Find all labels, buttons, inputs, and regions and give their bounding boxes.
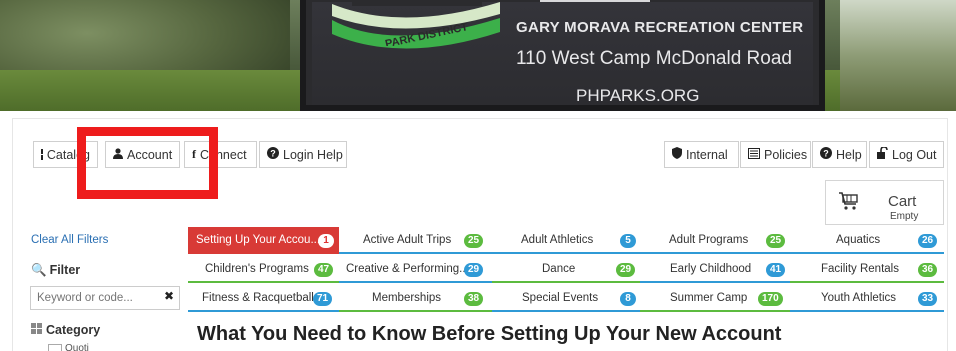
category-checkbox[interactable] xyxy=(48,344,62,351)
tab-count-badge: 41 xyxy=(766,263,786,277)
tab-memberships[interactable]: Memberships 38 xyxy=(339,285,492,312)
category-item-label: Quoti xyxy=(65,343,89,351)
tab-count-badge: 170 xyxy=(758,292,783,306)
svg-text:?: ? xyxy=(823,149,829,159)
facebook-icon: f xyxy=(192,147,196,161)
tab-childrens-programs[interactable]: Children's Programs 47 xyxy=(188,256,339,283)
banner-sign: PARK DISTRICT GARY MORAVA RECREATION CEN… xyxy=(300,0,825,111)
internal-button[interactable]: Internal xyxy=(664,141,739,168)
clear-all-filters-link[interactable]: Clear All Filters xyxy=(31,234,108,246)
account-button[interactable]: Account xyxy=(105,141,180,168)
shield-icon xyxy=(672,147,682,162)
tab-special-events[interactable]: Special Events 8 xyxy=(492,285,640,312)
question-circle-icon: ? xyxy=(267,147,279,162)
grid-icon xyxy=(41,149,43,160)
tab-early-childhood[interactable]: Early Childhood 41 xyxy=(640,256,790,283)
sign-line-3: PHPARKS.ORG xyxy=(576,86,700,105)
tab-fitness-racquetball[interactable]: Fitness & Racquetball 71 xyxy=(188,285,339,312)
log-out-button[interactable]: Log Out xyxy=(869,141,944,168)
tab-aquatics[interactable]: Aquatics 26 xyxy=(790,227,944,254)
tab-count-badge: 26 xyxy=(918,234,938,248)
tab-creative-performing[interactable]: Creative & Performing... 29 xyxy=(339,256,492,283)
catalog-button[interactable]: Catalog xyxy=(33,141,98,168)
tab-count-badge: 5 xyxy=(620,234,636,248)
tab-count-badge: 47 xyxy=(314,263,334,277)
banner-image: PARK DISTRICT GARY MORAVA RECREATION CEN… xyxy=(0,0,956,111)
unlock-icon xyxy=(877,146,888,162)
question-circle-icon: ? xyxy=(820,147,832,162)
login-help-button[interactable]: ? Login Help xyxy=(259,141,347,168)
cart-status: Empty xyxy=(890,211,919,222)
banner-sky xyxy=(840,0,956,111)
close-icon[interactable]: ✖ xyxy=(164,289,174,303)
help-button[interactable]: ? Help xyxy=(812,141,867,168)
search-icon: 🔍 xyxy=(31,263,47,277)
grid-icon xyxy=(31,323,42,334)
tab-count-badge: 38 xyxy=(464,292,484,306)
tab-count-badge: 25 xyxy=(464,234,484,248)
tab-setting-up-account[interactable]: Setting Up Your Accou... 1 xyxy=(188,227,339,254)
page-title: What You Need to Know Before Setting Up … xyxy=(197,323,782,345)
logo-text: PARK DISTRICT xyxy=(384,21,469,46)
svg-text:PARK DISTRICT: PARK DISTRICT xyxy=(384,21,469,46)
svg-text:?: ? xyxy=(270,149,276,159)
tab-adult-programs[interactable]: Adult Programs 25 xyxy=(640,227,790,254)
tab-count-badge: 8 xyxy=(620,292,636,306)
connect-button[interactable]: f Connect xyxy=(184,141,257,168)
tab-active-adult-trips[interactable]: Active Adult Trips 25 xyxy=(339,227,492,254)
user-icon xyxy=(113,147,123,162)
tab-count-badge: 33 xyxy=(918,292,938,306)
keyword-input[interactable] xyxy=(30,286,180,310)
document-icon xyxy=(748,147,760,162)
cart-label: Cart xyxy=(888,193,917,210)
tab-count-badge: 36 xyxy=(918,263,938,277)
filter-heading: 🔍 Filter xyxy=(31,263,81,277)
tab-count-badge: 29 xyxy=(616,263,636,277)
tab-count-badge: 71 xyxy=(313,292,333,306)
sign-line-1: GARY MORAVA RECREATION CENTER xyxy=(516,19,804,36)
tab-count-badge: 1 xyxy=(318,234,334,248)
tab-adult-athletics[interactable]: Adult Athletics 5 xyxy=(492,227,640,254)
sign-line-2: 110 West Camp McDonald Road xyxy=(516,48,792,69)
policies-button[interactable]: Policies xyxy=(740,141,811,168)
cart-widget[interactable]: Cart Empty xyxy=(825,180,944,225)
tab-count-badge: 25 xyxy=(766,234,786,248)
tab-summer-camp[interactable]: Summer Camp 170 xyxy=(640,285,790,312)
tab-count-badge: 29 xyxy=(464,263,484,277)
tab-dance[interactable]: Dance 29 xyxy=(492,256,640,283)
cart-icon xyxy=(838,191,860,211)
tab-youth-athletics[interactable]: Youth Athletics 33 xyxy=(790,285,944,312)
tab-facility-rentals[interactable]: Facility Rentals 36 xyxy=(790,256,944,283)
category-heading: Category xyxy=(31,323,100,337)
